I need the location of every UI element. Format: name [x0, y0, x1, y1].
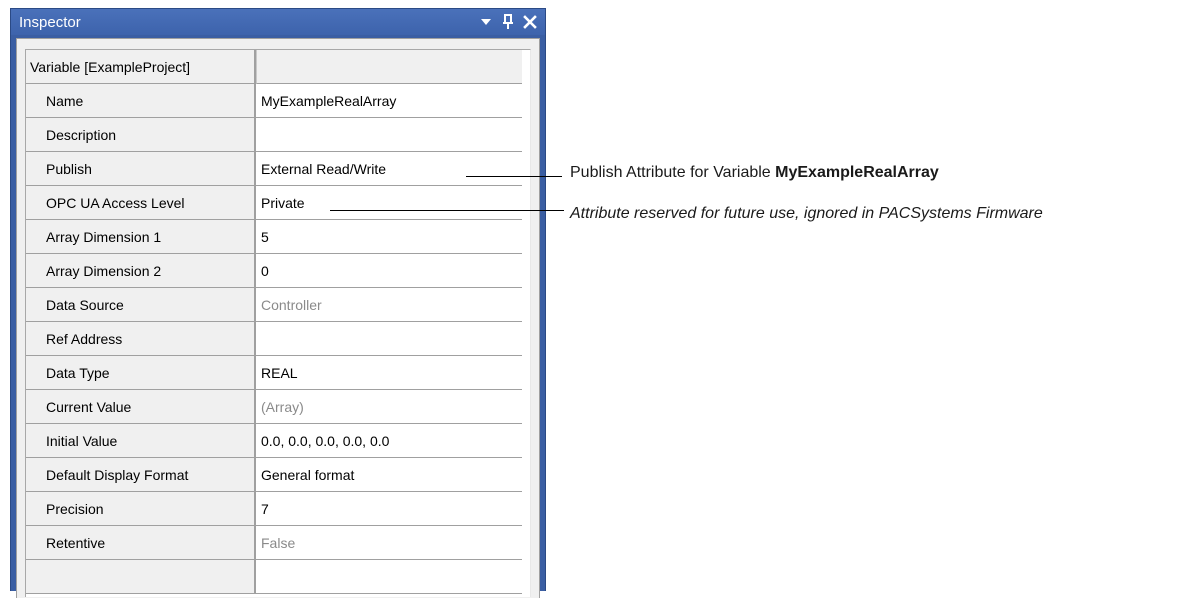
property-row[interactable]: Publish External Read/Write [26, 152, 530, 186]
property-value[interactable]: Controller [256, 288, 522, 322]
property-value[interactable]: External Read/Write [256, 152, 522, 186]
property-row[interactable]: Initial Value 0.0, 0.0, 0.0, 0.0, 0.0 [26, 424, 530, 458]
property-value[interactable]: (Array) [256, 390, 522, 424]
property-row[interactable]: Current Value (Array) [26, 390, 530, 424]
property-value[interactable]: False [256, 526, 522, 560]
property-name: Initial Value [26, 424, 256, 458]
inspector-titlebar[interactable]: Inspector [11, 9, 545, 35]
property-row[interactable]: Precision 7 [26, 492, 530, 526]
property-value[interactable]: MyExampleRealArray [256, 84, 522, 118]
property-rows: Name MyExampleRealArray Description Publish… [26, 84, 530, 594]
property-name: Precision [26, 492, 256, 526]
property-value[interactable]: 0.0, 0.0, 0.0, 0.0, 0.0 [256, 424, 522, 458]
property-name: Name [26, 84, 256, 118]
property-name: Array Dimension 2 [26, 254, 256, 288]
property-name: Current Value [26, 390, 256, 424]
publish-annotation: Publish Attribute for Variable MyExample… [570, 164, 939, 182]
property-value[interactable] [256, 322, 522, 356]
property-grid: Variable [ExampleProject] Name MyExampleR… [25, 49, 531, 597]
property-value[interactable]: 7 [256, 492, 522, 526]
property-row[interactable]: Data Type REAL [26, 356, 530, 390]
pin-icon[interactable] [499, 13, 517, 31]
property-name: Retentive [26, 526, 256, 560]
property-row[interactable]: Data Source Controller [26, 288, 530, 322]
property-value[interactable] [256, 560, 522, 594]
property-name: Array Dimension 1 [26, 220, 256, 254]
property-name: Default Display Format [26, 458, 256, 492]
opcua-annotation: Attribute reserved for future use, ignor… [570, 205, 1043, 222]
property-name: OPC UA Access Level [26, 186, 256, 220]
publish-annotation-variable: MyExampleRealArray [775, 164, 939, 181]
property-value[interactable] [256, 118, 522, 152]
property-value[interactable]: REAL [256, 356, 522, 390]
property-name: Description [26, 118, 256, 152]
inspector-window: Inspector Variable [ExampleProject] Name… [10, 8, 546, 598]
object-name-label: Variable [ExampleProject] [26, 50, 256, 84]
titlebar-buttons [473, 12, 539, 32]
property-name: Publish [26, 152, 256, 186]
publish-leader-line [466, 176, 562, 177]
property-name: Data Source [26, 288, 256, 322]
property-name [26, 560, 256, 594]
property-row[interactable]: OPC UA Access Level Private [26, 186, 530, 220]
window-title: Inspector [19, 14, 81, 31]
property-row[interactable]: Retentive False [26, 526, 530, 560]
property-row[interactable]: Array Dimension 20 [26, 254, 530, 288]
property-grid-header: Variable [ExampleProject] [26, 50, 530, 84]
property-name: Ref Address [26, 322, 256, 356]
property-row[interactable] [26, 560, 530, 594]
property-grid-frame: Variable [ExampleProject] Name MyExampleR… [16, 38, 540, 598]
property-value[interactable]: General format [256, 458, 522, 492]
property-row[interactable]: Default Display Format General format [26, 458, 530, 492]
opcua-leader-line [330, 210, 564, 211]
property-value[interactable]: 5 [256, 220, 522, 254]
object-name-value [256, 50, 522, 84]
dropdown-icon[interactable] [477, 13, 495, 31]
property-value[interactable]: Private [256, 186, 522, 220]
property-row[interactable]: Name MyExampleRealArray [26, 84, 530, 118]
property-row[interactable]: Array Dimension 15 [26, 220, 530, 254]
property-row[interactable]: Description [26, 118, 530, 152]
publish-annotation-text: Publish Attribute for Variable [570, 164, 776, 181]
property-value[interactable]: 0 [256, 254, 522, 288]
close-icon[interactable] [521, 13, 539, 31]
property-row[interactable]: Ref Address [26, 322, 530, 356]
property-name: Data Type [26, 356, 256, 390]
